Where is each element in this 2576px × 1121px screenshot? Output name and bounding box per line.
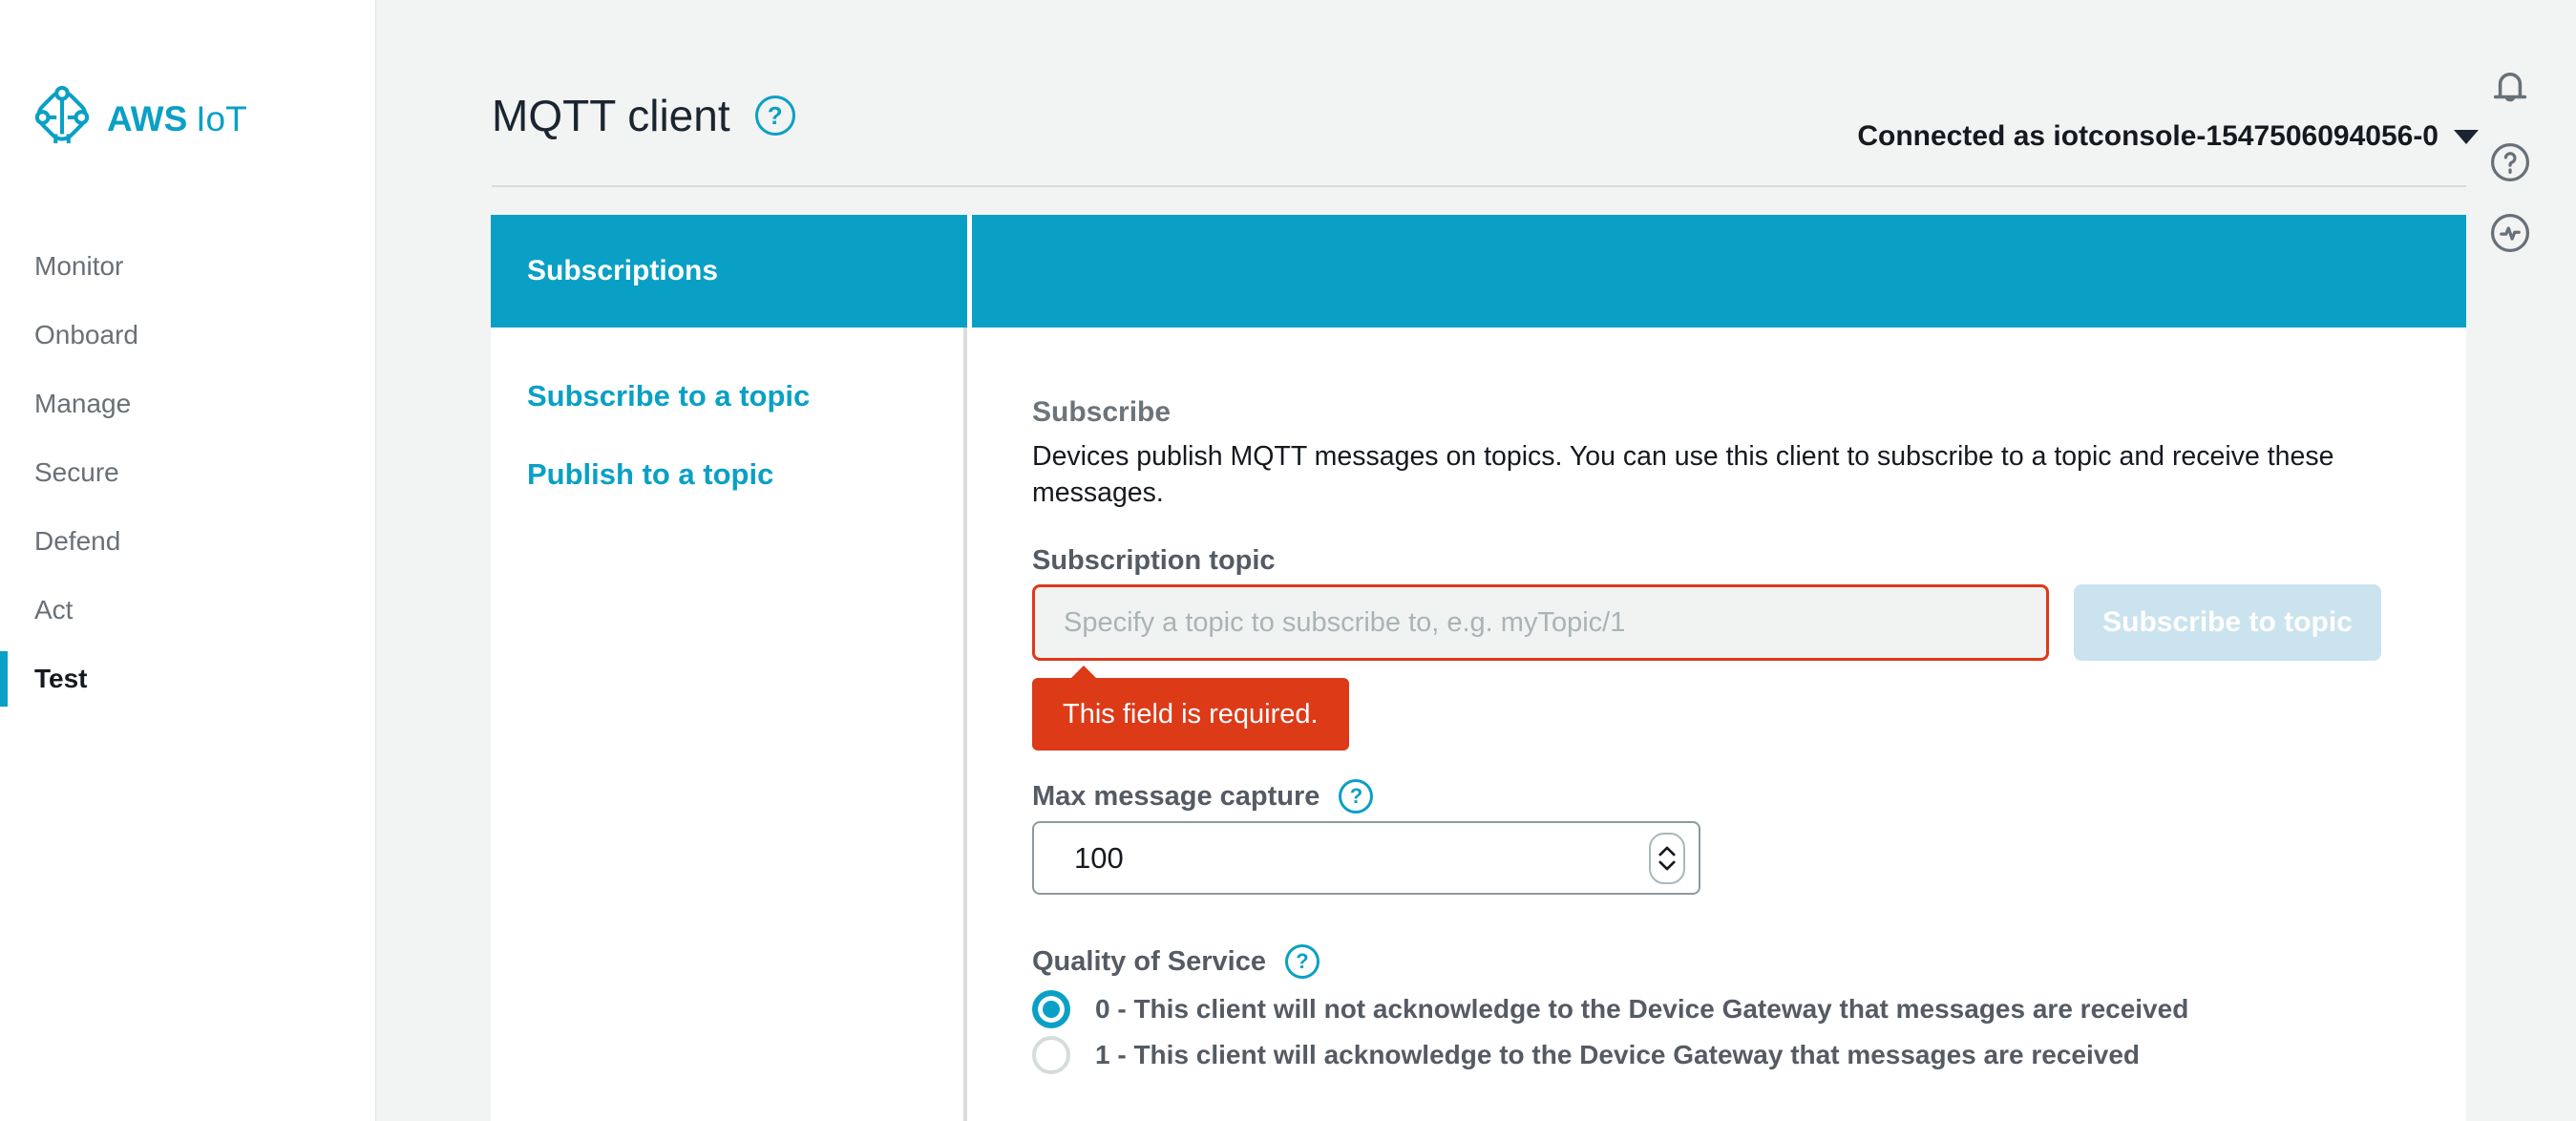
quality-of-service-help-icon[interactable]: ? bbox=[1285, 944, 1320, 979]
publish-to-topic-link[interactable]: Publish to a topic bbox=[527, 457, 963, 492]
subscribe-heading: Subscribe bbox=[1032, 396, 2409, 429]
connected-as-dropdown[interactable]: Connected as iotconsole-1547506094056-0 bbox=[1857, 120, 2479, 153]
qos-option-1[interactable]: 1 - This client will acknowledge to the … bbox=[1032, 1032, 2409, 1078]
qos-option-0[interactable]: 0 - This client will not acknowledge to … bbox=[1032, 986, 2409, 1032]
field-required-error-tooltip: This field is required. bbox=[1032, 678, 1349, 751]
quality-of-service-label: Quality of Service bbox=[1032, 946, 1266, 978]
sidebar-item-monitor[interactable]: Monitor bbox=[0, 232, 375, 301]
header-divider bbox=[492, 185, 2466, 187]
title-help-icon[interactable]: ? bbox=[755, 95, 795, 136]
max-message-capture-help-icon[interactable]: ? bbox=[1339, 779, 1373, 814]
qos-option-1-label: 1 - This client will acknowledge to the … bbox=[1095, 1040, 2140, 1070]
qos-option-0-label: 0 - This client will not acknowledge to … bbox=[1095, 994, 2188, 1025]
page-title: MQTT client bbox=[492, 90, 730, 141]
app-title: AWSIoT bbox=[107, 99, 247, 139]
subscribe-description: Devices publish MQTT messages on topics.… bbox=[1032, 438, 2388, 511]
sidebar-item-secure[interactable]: Secure bbox=[0, 438, 375, 507]
stepper-down-icon bbox=[1658, 860, 1676, 871]
aws-iot-logo[interactable]: AWSIoT bbox=[32, 86, 247, 152]
sidebar-item-act[interactable]: Act bbox=[0, 576, 375, 645]
sidebar-nav: Monitor Onboard Manage Secure Defend Act… bbox=[0, 232, 375, 713]
aws-iot-logo-icon bbox=[32, 86, 92, 152]
subscribe-to-topic-button[interactable]: Subscribe to topic bbox=[2074, 584, 2381, 661]
panel-body: Subscribe to a topic Publish to a topic … bbox=[491, 328, 2466, 1121]
max-message-capture-input[interactable] bbox=[1038, 840, 1515, 877]
subscription-topic-label: Subscription topic bbox=[1032, 545, 2409, 577]
max-message-capture-label: Max message capture bbox=[1032, 781, 1320, 813]
sidebar-item-defend[interactable]: Defend bbox=[0, 507, 375, 576]
stepper-up-icon bbox=[1658, 846, 1676, 857]
feedback-pulse-icon[interactable] bbox=[2485, 208, 2535, 258]
max-message-capture-row: Max message capture ? bbox=[1032, 779, 2409, 814]
subscriptions-subnav: Subscribe to a topic Publish to a topic bbox=[491, 328, 967, 1121]
app-sidebar: AWSIoT Monitor Onboard Manage Secure Def… bbox=[0, 0, 376, 1121]
notifications-bell-icon[interactable] bbox=[2485, 65, 2535, 115]
sidebar-item-manage[interactable]: Manage bbox=[0, 370, 375, 438]
panel-header-bar bbox=[972, 215, 2466, 328]
radio-unselected-icon[interactable] bbox=[1032, 1036, 1070, 1074]
tab-subscriptions-label: Subscriptions bbox=[527, 255, 718, 287]
subscription-topic-row: Subscribe to topic bbox=[1032, 584, 2409, 661]
page-header: MQTT client ? bbox=[492, 90, 795, 141]
quality-of-service-row: Quality of Service ? bbox=[1032, 944, 2409, 979]
sidebar-item-test[interactable]: Test bbox=[0, 645, 375, 713]
subscribe-form: Subscribe Devices publish MQTT messages … bbox=[967, 328, 2466, 1121]
number-stepper[interactable] bbox=[1649, 833, 1685, 884]
mqtt-client-panel: Subscriptions Subscribe to a topic Publi… bbox=[491, 215, 2466, 1121]
help-icon[interactable] bbox=[2485, 137, 2535, 187]
sidebar-item-onboard[interactable]: Onboard bbox=[0, 301, 375, 370]
caret-down-icon bbox=[2454, 130, 2479, 144]
tab-subscriptions[interactable]: Subscriptions bbox=[491, 215, 967, 328]
connected-as-label: Connected as iotconsole-1547506094056-0 bbox=[1857, 120, 2439, 153]
subscription-topic-input[interactable] bbox=[1032, 584, 2049, 661]
radio-selected-icon[interactable] bbox=[1032, 990, 1070, 1028]
subscribe-to-topic-link[interactable]: Subscribe to a topic bbox=[527, 379, 963, 413]
panel-header: Subscriptions bbox=[491, 215, 2466, 328]
max-message-capture-field bbox=[1032, 821, 1700, 895]
